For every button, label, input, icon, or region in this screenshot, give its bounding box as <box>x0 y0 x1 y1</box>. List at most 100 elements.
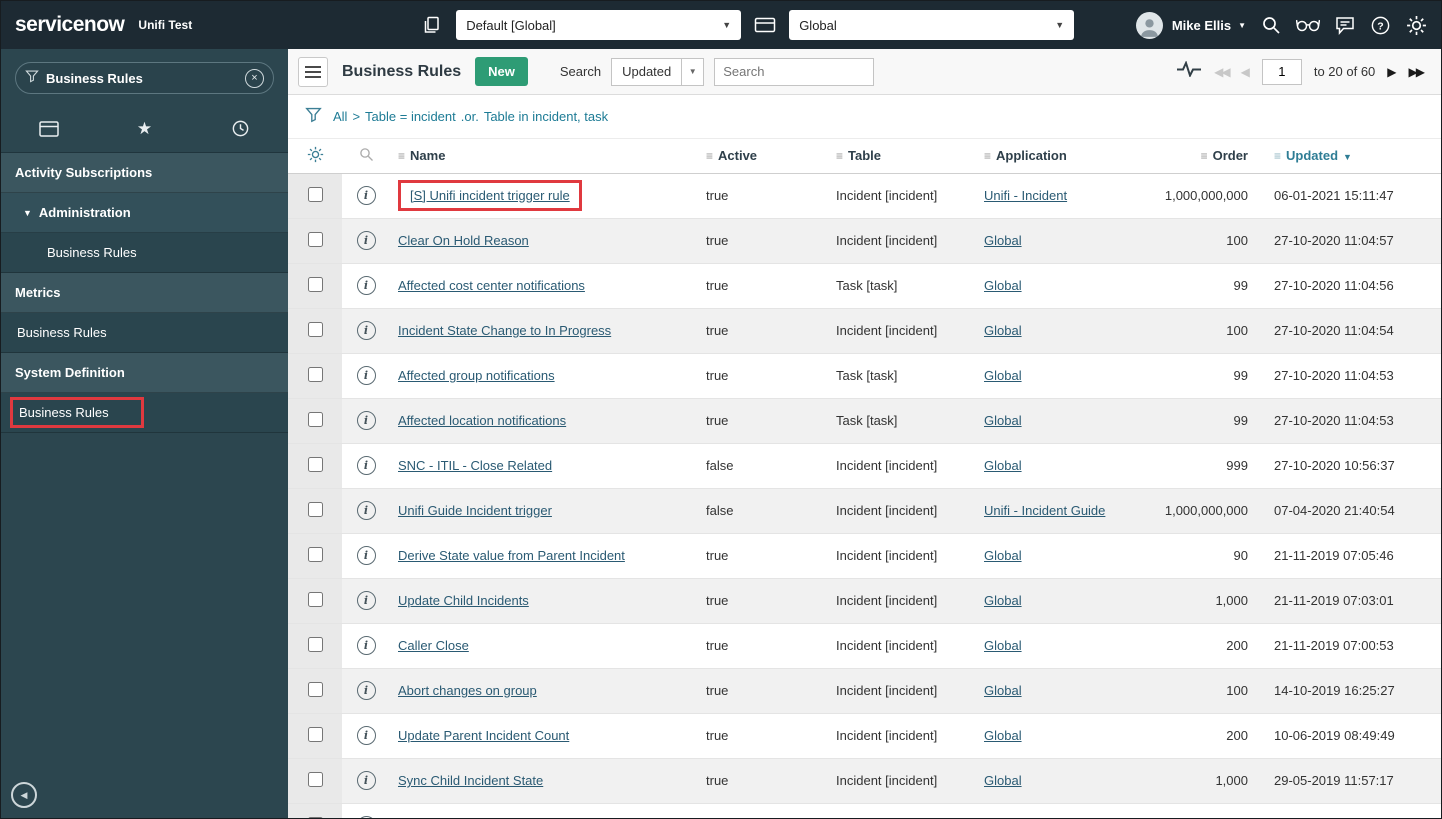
application-link[interactable]: Global <box>984 593 1022 608</box>
row-checkbox[interactable] <box>307 726 323 742</box>
list-search-input[interactable] <box>714 57 875 86</box>
application-link[interactable]: Global <box>984 458 1022 473</box>
help-icon[interactable]: ? <box>1370 15 1391 36</box>
application-link[interactable]: Unifi - Incident Guide <box>984 503 1105 518</box>
row-checkbox[interactable] <box>307 321 323 337</box>
tab-history[interactable] <box>192 105 288 152</box>
breadcrumb-funnel-icon[interactable] <box>305 106 322 128</box>
record-name-link[interactable]: Update Parent Incident Count <box>398 728 569 743</box>
record-name-link[interactable]: Affected group notifications <box>398 368 555 383</box>
row-checkbox[interactable] <box>307 366 323 382</box>
row-checkbox[interactable] <box>307 816 323 818</box>
breadcrumb-condition-link[interactable]: Table = incident <box>365 109 456 124</box>
record-preview-info-icon[interactable]: i <box>356 771 376 790</box>
row-checkbox[interactable] <box>307 186 323 202</box>
sidebar-item-business-rules[interactable]: Business Rules <box>1 313 288 353</box>
list-context-menu-icon[interactable] <box>298 56 328 87</box>
record-preview-info-icon[interactable]: i <box>356 186 376 205</box>
record-name-link[interactable]: Caller Close <box>398 638 469 653</box>
record-name-link[interactable]: Clear On Hold Reason <box>398 233 529 248</box>
avatar[interactable] <box>1135 11 1163 39</box>
application-link[interactable]: Global <box>984 728 1022 743</box>
row-checkbox[interactable] <box>307 591 323 607</box>
record-name-link[interactable]: Affected location notifications <box>398 413 566 428</box>
record-name-link[interactable]: SNC - ITIL - Close Related <box>398 458 552 473</box>
record-name-link[interactable]: Update Child Incidents <box>398 593 529 608</box>
update-set-picker[interactable]: Default [Global] ▼ <box>456 10 742 40</box>
global-search-icon[interactable] <box>1261 15 1281 35</box>
sidebar-item-business-rules[interactable]: Business Rules <box>1 393 288 433</box>
record-preview-info-icon[interactable]: i <box>356 816 376 818</box>
record-name-link[interactable]: Affected cost center notifications <box>398 278 585 293</box>
row-checkbox[interactable] <box>307 231 323 247</box>
application-link[interactable]: Global <box>984 548 1022 563</box>
previous-page-icon[interactable]: ◀ <box>1241 65 1250 79</box>
record-name-link[interactable]: Incident State Change to In Progress <box>398 323 611 338</box>
search-column-select[interactable]: Updated ▼ <box>611 57 705 86</box>
record-name-link[interactable]: Unifi Guide Incident trigger <box>398 503 552 518</box>
filter-navigator-input[interactable] <box>46 70 238 86</box>
sidebar-collapse-icon[interactable]: ◀ <box>11 782 37 808</box>
column-header-active[interactable]: ≡ Active <box>698 139 828 173</box>
connect-chat-icon[interactable] <box>1335 15 1355 35</box>
sidebar-item-metrics[interactable]: Metrics <box>1 273 288 313</box>
record-preview-info-icon[interactable]: i <box>356 411 376 430</box>
application-link[interactable]: Global <box>984 683 1022 698</box>
row-checkbox[interactable] <box>307 771 323 787</box>
column-header-name[interactable]: ≡ Name <box>390 139 698 173</box>
application-link[interactable]: Global <box>984 773 1022 788</box>
record-preview-info-icon[interactable]: i <box>356 321 376 340</box>
row-checkbox[interactable] <box>307 411 323 427</box>
sidebar-item-system-definition[interactable]: System Definition <box>1 353 288 393</box>
first-page-icon[interactable]: ◀◀ <box>1214 65 1231 79</box>
row-checkbox[interactable] <box>307 636 323 652</box>
breadcrumb-condition-link[interactable]: Table in incident, task <box>484 109 608 124</box>
record-preview-info-icon[interactable]: i <box>356 591 376 610</box>
application-link[interactable]: Global <box>984 368 1022 383</box>
last-page-icon[interactable]: ▶▶ <box>1409 65 1426 79</box>
row-checkbox[interactable] <box>307 276 323 292</box>
new-button[interactable]: New <box>475 57 528 86</box>
user-menu[interactable]: Mike Ellis <box>1172 18 1231 33</box>
tab-favorites[interactable]: ★ <box>97 105 193 152</box>
record-preview-info-icon[interactable]: i <box>356 231 376 250</box>
record-name-link[interactable]: Sync Child Incident State <box>398 773 543 788</box>
column-header-order[interactable]: ≡ Order <box>1148 139 1266 173</box>
column-header-application[interactable]: ≡ Application <box>976 139 1148 173</box>
record-preview-info-icon[interactable]: i <box>356 501 376 520</box>
record-name-link[interactable]: [S] Unifi incident trigger rule <box>398 180 582 211</box>
record-preview-info-icon[interactable]: i <box>356 681 376 700</box>
record-preview-info-icon[interactable]: i <box>356 636 376 655</box>
row-checkbox[interactable] <box>307 546 323 562</box>
record-preview-info-icon[interactable]: i <box>356 366 376 385</box>
sidebar-item-administration[interactable]: ▼ Administration <box>1 193 288 233</box>
record-preview-info-icon[interactable]: i <box>356 546 376 565</box>
settings-gear-icon[interactable] <box>1406 15 1427 36</box>
breadcrumb-all-link[interactable]: All <box>333 109 347 124</box>
application-link[interactable]: Global <box>984 278 1022 293</box>
application-link[interactable]: Global <box>984 413 1022 428</box>
activity-stream-icon[interactable] <box>1176 60 1202 82</box>
clear-filter-icon[interactable]: × <box>245 68 264 88</box>
record-preview-info-icon[interactable]: i <box>356 726 376 745</box>
record-preview-info-icon[interactable]: i <box>356 456 376 475</box>
record-preview-info-icon[interactable]: i <box>356 276 376 295</box>
record-name-link[interactable]: Derive State value from Parent Incident <box>398 548 625 563</box>
application-picker[interactable]: Global ▼ <box>789 10 1075 40</box>
application-link[interactable]: Global <box>984 323 1022 338</box>
sidebar-item-activity-subscriptions[interactable]: Activity Subscriptions <box>1 153 288 193</box>
column-header-table[interactable]: ≡ Table <box>828 139 976 173</box>
application-link[interactable]: Global <box>984 233 1022 248</box>
row-checkbox[interactable] <box>307 501 323 517</box>
tab-all-applications[interactable] <box>1 105 97 152</box>
application-link[interactable]: Global <box>984 638 1022 653</box>
page-number-input[interactable] <box>1261 58 1302 85</box>
application-link[interactable]: Unifi - Incident <box>984 188 1067 203</box>
row-checkbox[interactable] <box>307 681 323 697</box>
column-header-updated[interactable]: ≡ Updated ▼ <box>1266 139 1441 173</box>
impersonate-glasses-icon[interactable] <box>1296 18 1320 32</box>
sidebar-item-business-rules[interactable]: Business Rules <box>1 233 288 273</box>
next-page-icon[interactable]: ▶ <box>1387 65 1396 79</box>
row-checkbox[interactable] <box>307 456 323 472</box>
column-search-icon[interactable] <box>359 147 374 165</box>
